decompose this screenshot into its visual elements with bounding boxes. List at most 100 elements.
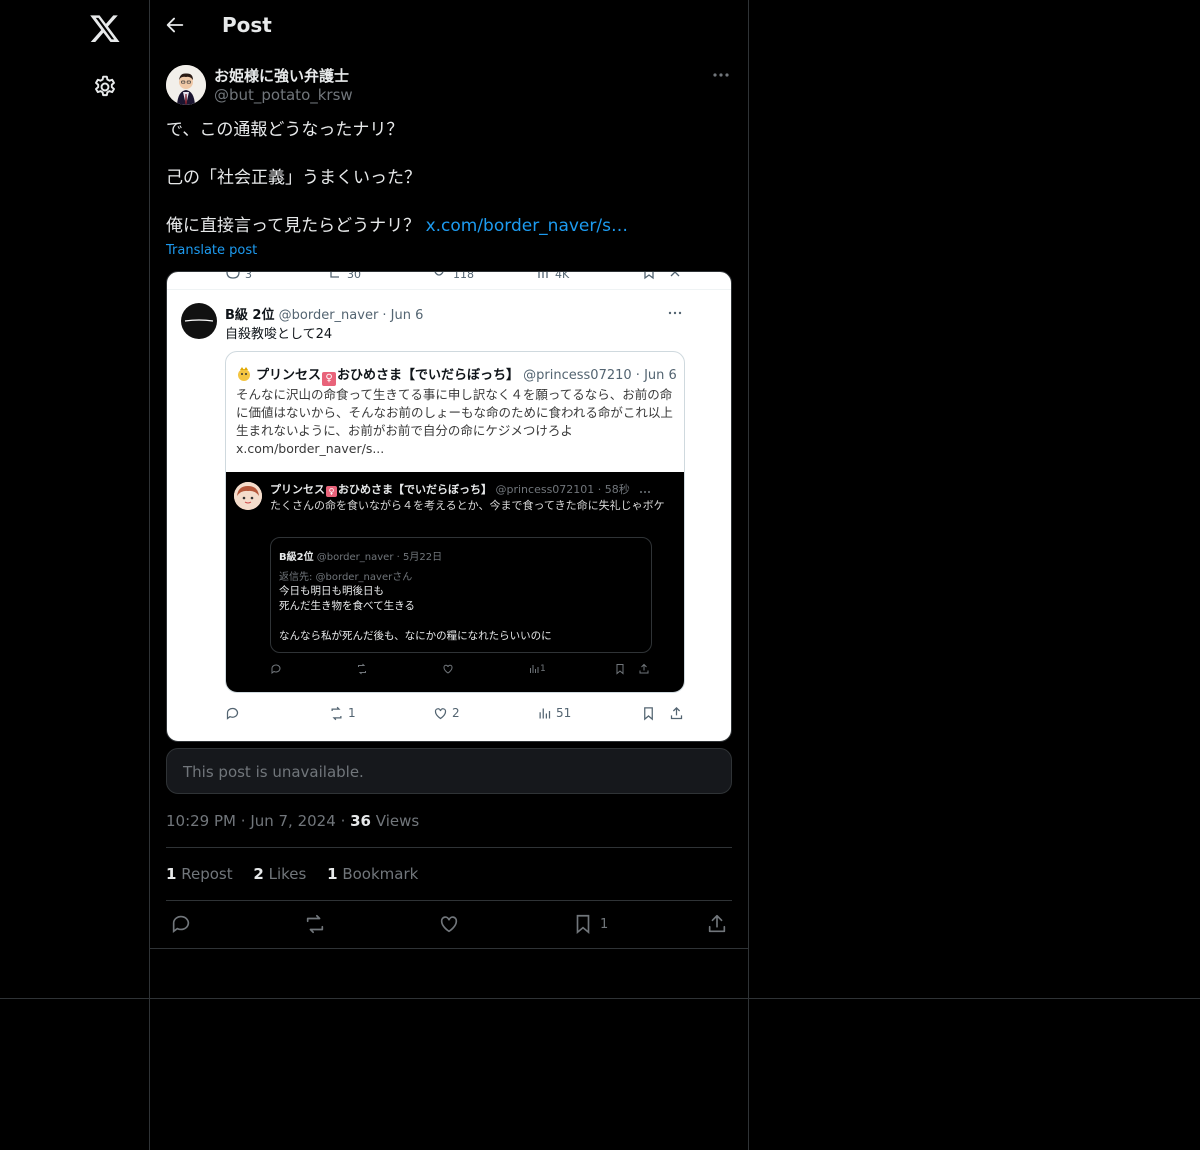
female-sign-icon: ♀ — [326, 486, 337, 497]
page-title: Post — [222, 13, 272, 37]
likes-label: Likes — [268, 865, 307, 883]
post-action-bar: 1 — [166, 912, 732, 936]
screenshot-tweet-header: B級 2位 @border_naver · Jun 6 — [225, 304, 423, 323]
views-label: Views — [375, 812, 420, 830]
quote-name-a: プリンセス — [256, 368, 322, 383]
repost-stat[interactable]: 1 Repost — [166, 865, 233, 883]
nested-action-bar: 1 — [270, 662, 654, 676]
bookmark-count: 1 — [327, 865, 338, 883]
quote-header: プリンセス ♀ おひめさま【でいだらぼっち】 @princess07210 · Ju… — [236, 364, 677, 386]
nested-header: プリンセス ♀ おひめさま【でいだらぼっち】 @princess072101 · 5… — [270, 481, 630, 497]
nested-name-a: プリンセス — [270, 483, 325, 496]
post-author: お姫様に強い弁護士 @but_potato_krsw — [166, 64, 732, 108]
screenshot-avatar — [181, 303, 217, 339]
screenshot-tweet-text: 自殺教唆として24 — [225, 327, 333, 342]
reply-icon — [225, 704, 240, 722]
inner-quote-line: なんなら私が死んだ後も、なにかの糧になれたらいいのに — [279, 630, 552, 642]
repost-count: 1 — [166, 865, 177, 883]
nested-name-b: おひめさま【でいだらぼっち】 — [338, 483, 492, 496]
reply-button[interactable] — [170, 912, 192, 936]
screenshot-like-count: 2 — [452, 706, 460, 720]
likes-count: 2 — [253, 865, 264, 883]
quote-handle: @princess07210 · Jun 6 — [523, 368, 677, 383]
meta-separator: · — [240, 812, 251, 830]
heart-icon: 2 — [433, 704, 460, 722]
main-column: Post お姫様に強い弁護士 @but_potato_krsw で、この通報どう… — [150, 0, 748, 998]
share-button[interactable] — [706, 912, 728, 936]
inner-quote-line: 今日も明日も明後日も — [279, 585, 384, 597]
author-handle[interactable]: @but_potato_krsw — [214, 86, 353, 104]
screenshot-tweet-name: B級 2位 — [225, 308, 275, 323]
share-icon — [708, 914, 726, 933]
screenshot-action-bar: 1 2 51 — [225, 704, 685, 722]
repost-icon — [306, 914, 324, 934]
avatar[interactable] — [166, 65, 206, 105]
back-arrow-icon[interactable] — [164, 14, 190, 40]
gear-icon[interactable] — [92, 74, 118, 100]
more-options-icon[interactable] — [710, 64, 732, 86]
female-sign-icon: ♀ — [322, 372, 337, 386]
screenshot-nested-tweet: プリンセス ♀ おひめさま【でいだらぼっち】 @princess072101 · 5… — [226, 472, 684, 692]
post-text-line: 俺に直接言って見たらどうナリ？ x.com/border_naver/s… — [166, 214, 732, 238]
nested-handle: @princess072101 · 58秒 — [495, 483, 630, 496]
bookmark-icon — [614, 662, 626, 676]
meta-separator: · — [340, 812, 351, 830]
repost-icon — [356, 662, 368, 676]
nested-body: たくさんの命を食いながら４を考えるとか、今まで食ってきた命に失礼じゃボケ — [270, 499, 665, 512]
divider — [166, 900, 732, 901]
left-nav — [0, 0, 149, 998]
reply-icon — [172, 915, 190, 933]
screenshot-views-count: 51 — [556, 706, 572, 720]
post-stats: 1 Repost 2 Likes 1 Bookmark — [166, 865, 434, 883]
quote-name-b: おひめさま【でいだらぼっち】 — [337, 368, 520, 383]
bookmark-stat[interactable]: 1 Bookmark — [327, 865, 418, 883]
bookmark-icon — [576, 914, 590, 935]
post-link[interactable]: x.com/border_naver/s… — [426, 216, 628, 236]
bookmark-action-count: 1 — [600, 916, 609, 932]
bookmark-icon — [641, 704, 656, 722]
partial-replies: 3 — [245, 272, 252, 281]
unavailable-text: This post is unavailable. — [183, 763, 364, 781]
like-button[interactable] — [438, 912, 460, 936]
views-count: 36 — [350, 812, 371, 830]
divider — [150, 948, 748, 949]
heart-icon — [440, 916, 458, 933]
bottom-divider — [0, 998, 1200, 999]
screenshot-inner-quote: B級2位 @border_naver · 5月22日 返信先: @border_… — [270, 537, 652, 653]
princess-avatar — [234, 482, 262, 510]
bookmark-button[interactable]: 1 — [572, 912, 608, 936]
inner-quote-body: 今日も明日も明後日も 死んだ生き物を食べて生きる なんなら私が死んだ後も、なにか… — [279, 584, 639, 644]
views-icon: 1 — [528, 662, 546, 676]
post-text: で、この通報どうなったナリ？ 己の「社会正義」うまくいった？ 俺に直接言って見た… — [166, 118, 732, 238]
repost-button[interactable] — [304, 912, 326, 936]
post-text-line-3: 俺に直接言って見たらどうナリ？ — [166, 216, 426, 236]
post-time[interactable]: 10:29 PM — [166, 812, 236, 830]
post-date[interactable]: Jun 7, 2024 — [250, 812, 335, 830]
reply-icon — [270, 662, 282, 676]
unavailable-quote: This post is unavailable. — [166, 748, 732, 794]
translate-post-link[interactable]: Translate post — [166, 243, 257, 258]
likes-stat[interactable]: 2 Likes — [253, 865, 306, 883]
inner-quote-handle: @border_naver · 5月22日 — [316, 552, 443, 563]
bookmark-label: Bookmark — [342, 865, 419, 883]
post-text-line: で、この通報どうなったナリ？ — [166, 120, 404, 140]
screenshot-divider — [167, 289, 731, 290]
share-icon — [638, 662, 650, 676]
partial-reposts: 30 — [347, 272, 361, 281]
repost-icon: 1 — [329, 704, 356, 722]
right-divider — [748, 0, 749, 1150]
more-options-icon — [638, 482, 652, 493]
screenshot-repost-count: 1 — [348, 706, 356, 720]
page-header: Post — [150, 0, 748, 54]
inner-quote-line: 死んだ生き物を食べて生きる — [279, 600, 415, 612]
screenshot-quote-tweet: プリンセス ♀ おひめさま【でいだらぼっち】 @princess07210 · Ju… — [225, 351, 685, 693]
heart-icon — [442, 662, 454, 676]
inner-quote-name: B級2位 — [279, 552, 314, 563]
author-name[interactable]: お姫様に強い弁護士 — [214, 65, 349, 86]
post-meta: 10:29 PM · Jun 7, 2024 · 36 Views — [166, 812, 419, 830]
x-logo-icon[interactable] — [89, 12, 121, 44]
cropped-action-bar: 3 30 118 4K — [226, 272, 680, 281]
share-icon — [669, 704, 684, 722]
post-media-image[interactable]: 3 30 118 4K B級 2位 @border_naver · Jun 6 … — [166, 271, 732, 742]
quote-body: そんなに沢山の命食って生きてる事に申し訳なく４を願ってるなら、お前の命に価値はな… — [236, 387, 673, 456]
